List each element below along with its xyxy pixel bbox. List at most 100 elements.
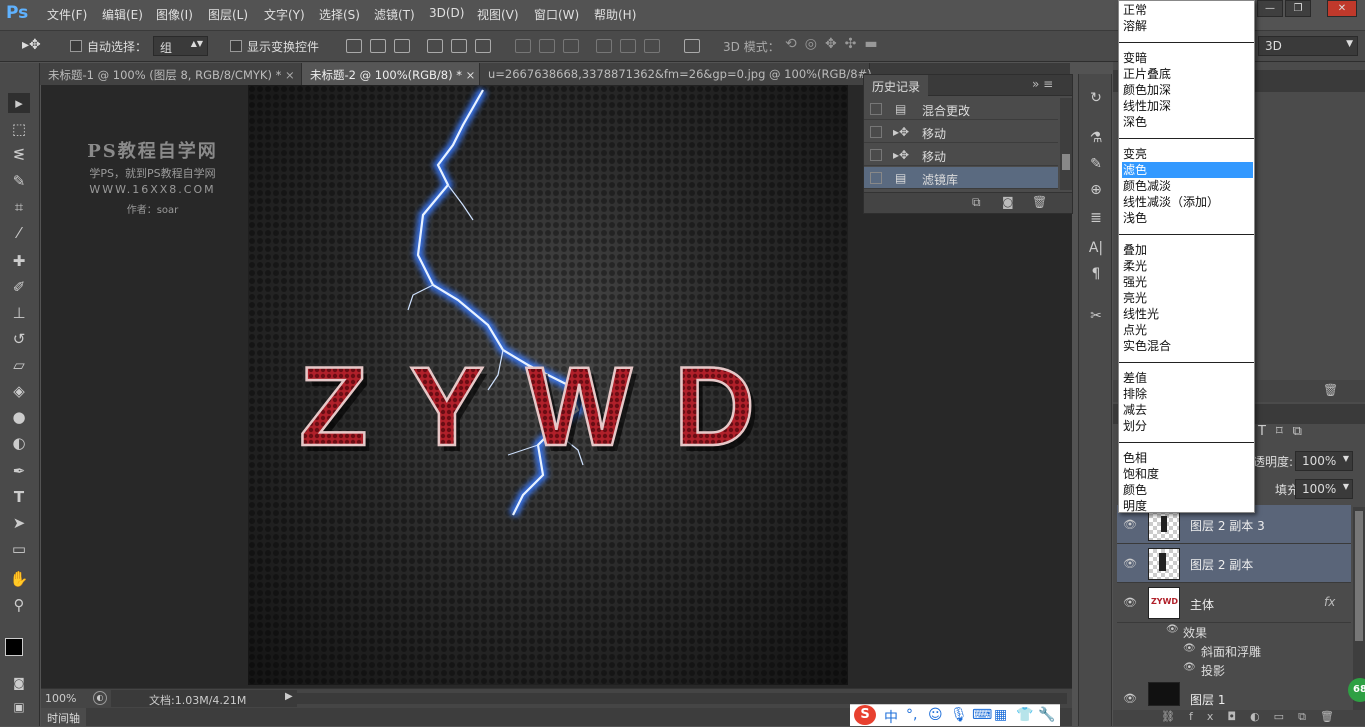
menu-image[interactable]: 图像(I) (156, 6, 193, 23)
hand-tool-icon[interactable]: ✋ (8, 569, 30, 589)
share-icon[interactable]: ◐ (93, 691, 107, 705)
menu-view[interactable]: 视图(V) (477, 6, 519, 23)
tab-document-1[interactable]: 未标题-1 @ 100% (图层 8, RGB/8/CMYK) * × (40, 63, 302, 85)
healing-brush-icon[interactable]: ✚ (8, 251, 30, 271)
eraser-icon[interactable]: ▱ (8, 355, 30, 375)
blend-mode-option[interactable]: 深色 (1122, 114, 1253, 130)
blend-mode-option[interactable]: 饱和度 (1122, 466, 1253, 482)
tool-presets-icon[interactable]: ≣ (1087, 210, 1105, 228)
paragraph-panel-icon[interactable]: ¶ (1087, 266, 1105, 284)
eyedropper-icon[interactable]: ⁄ (8, 223, 30, 243)
distribute-hcenter-icon[interactable] (620, 39, 636, 53)
close-icon[interactable]: × (285, 68, 295, 82)
fx-icon[interactable]: fx (1189, 710, 1227, 723)
blend-mode-option[interactable]: 划分 (1122, 418, 1253, 434)
folder-icon[interactable]: ▭ (1274, 710, 1298, 723)
new-document-icon[interactable]: ⧉ (972, 195, 981, 210)
blend-mode-option[interactable]: 正片叠底 (1122, 66, 1253, 82)
new-layer-icon[interactable]: ⧉ (1298, 710, 1320, 723)
align-top-icon[interactable] (346, 39, 362, 53)
blend-mode-option[interactable]: 色相 (1122, 450, 1253, 466)
menu-type[interactable]: 文字(Y) (264, 6, 305, 23)
speed-badge[interactable]: 68 (1348, 678, 1365, 702)
eye-icon[interactable]: 👁 (1166, 624, 1179, 635)
blend-mode-option[interactable]: 强光 (1122, 274, 1253, 290)
history-item[interactable]: ▸✥ 移动 (864, 121, 1058, 143)
align-bottom-icon[interactable] (394, 39, 410, 53)
blur-tool-icon[interactable]: ● (8, 407, 30, 427)
eye-icon[interactable]: 👁 (1183, 662, 1196, 673)
mask-icon[interactable]: ◘ (1227, 710, 1250, 723)
blend-mode-option[interactable]: 亮光 (1122, 290, 1253, 306)
dodge-tool-icon[interactable]: ◐ (8, 433, 30, 453)
layer-row[interactable]: 👁 图层 1 (1117, 680, 1351, 708)
trash-icon[interactable]: 🗑 (1323, 383, 1338, 397)
rectangle-tool-icon[interactable]: ▭ (8, 539, 30, 559)
eye-icon[interactable]: 👁 (1123, 692, 1137, 705)
blend-mode-option[interactable]: 排除 (1122, 386, 1253, 402)
blend-mode-option[interactable]: 实色混合 (1122, 338, 1253, 354)
brush-tool-icon[interactable]: ✐ (8, 277, 30, 297)
blend-mode-option[interactable]: 变亮 (1122, 146, 1253, 162)
blend-mode-option[interactable]: 差值 (1122, 370, 1253, 386)
blend-mode-option[interactable]: 变暗 (1122, 50, 1253, 66)
layer-row[interactable]: 👁 ZYWD 主体 fx (1117, 583, 1351, 623)
brush-panel-icon[interactable]: ✎ (1087, 156, 1105, 174)
snapshot-checkbox[interactable] (870, 126, 882, 138)
history-panel-icon[interactable]: ↻ (1087, 90, 1105, 108)
eye-icon[interactable]: 👁 (1183, 643, 1196, 654)
align-right-icon[interactable] (475, 39, 491, 53)
minimize-icon[interactable]: — (1257, 0, 1283, 17)
history-item[interactable]: ▤ 混合更改 (864, 98, 1058, 120)
fx-badge[interactable]: fx (1324, 595, 1335, 609)
move-tool-icon[interactable]: ▸✥ (22, 37, 41, 53)
3d-tools-icons[interactable]: ⟲◎✥✣▬ (785, 36, 886, 52)
foreground-color-swatch[interactable] (5, 638, 23, 656)
show-transform-checkbox[interactable] (230, 40, 242, 52)
adjustment-icon[interactable]: ◐ (1250, 710, 1274, 723)
menu-layer[interactable]: 图层(L) (208, 6, 248, 23)
crop-tool-icon[interactable]: ⌗ (8, 197, 30, 217)
distribute-right-icon[interactable] (644, 39, 660, 53)
workspace-dropdown[interactable]: 3D ▼ (1258, 36, 1358, 56)
document-canvas[interactable]: ZYWD ZYWD (248, 85, 848, 685)
blend-mode-option[interactable]: 叠加 (1122, 242, 1253, 258)
menu-help[interactable]: 帮助(H) (594, 6, 636, 23)
menu-3d[interactable]: 3D(D) (429, 6, 464, 20)
align-hcenter-icon[interactable] (451, 39, 467, 53)
screen-mode-icon[interactable]: ▣ (8, 697, 30, 717)
clone-source-icon[interactable]: ⊕ (1087, 182, 1105, 200)
punctuation-icon[interactable]: °, (906, 707, 917, 723)
blend-mode-option[interactable]: 正常 (1122, 2, 1253, 18)
fill-input[interactable]: 100% ▼ (1295, 479, 1353, 499)
history-scrollbar[interactable] (1060, 98, 1072, 190)
history-brush-icon[interactable]: ↺ (8, 329, 30, 349)
timeline-tab[interactable]: 时间轴 (41, 708, 86, 726)
menu-filter[interactable]: 滤镜(T) (374, 6, 415, 23)
move-tool-icon[interactable]: ▸ (8, 93, 30, 113)
brush-presets-icon[interactable]: ⚗ (1087, 130, 1105, 148)
snapshot-checkbox[interactable] (870, 103, 882, 115)
blend-mode-option[interactable]: 明度 (1122, 498, 1253, 514)
layer-row[interactable]: 👁 图层 2 副本 (1117, 544, 1351, 583)
blend-mode-option[interactable]: 颜色加深 (1122, 82, 1253, 98)
lasso-tool-icon[interactable]: ᓬ (8, 145, 30, 165)
pen-tool-icon[interactable]: ✒ (8, 461, 30, 481)
layer-filter-icons[interactable]: T⌑⧉ (1258, 424, 1312, 439)
microphone-icon[interactable]: 🎙 (950, 707, 968, 723)
blend-mode-option[interactable]: 线性减淡（添加） (1122, 194, 1253, 210)
marquee-tool-icon[interactable]: ⬚ (8, 119, 30, 139)
blend-mode-option[interactable]: 溶解 (1122, 18, 1253, 34)
status-menu-arrow-icon[interactable]: ▶ (285, 691, 293, 702)
wrench-icon[interactable]: 🔧 (1038, 707, 1055, 723)
character-panel-icon[interactable]: A| (1087, 240, 1105, 258)
zoom-level[interactable]: 100% (45, 692, 76, 705)
auto-align-icon[interactable] (684, 39, 700, 53)
blend-mode-option[interactable]: 滤色 (1122, 162, 1253, 178)
blend-mode-option[interactable]: 线性加深 (1122, 98, 1253, 114)
align-vcenter-icon[interactable] (370, 39, 386, 53)
menu-window[interactable]: 窗口(W) (534, 6, 579, 23)
history-item[interactable]: ▸✥ 移动 (864, 144, 1058, 166)
auto-select-checkbox[interactable] (70, 40, 82, 52)
history-item-selected[interactable]: ▤ 滤镜库 (864, 167, 1058, 189)
